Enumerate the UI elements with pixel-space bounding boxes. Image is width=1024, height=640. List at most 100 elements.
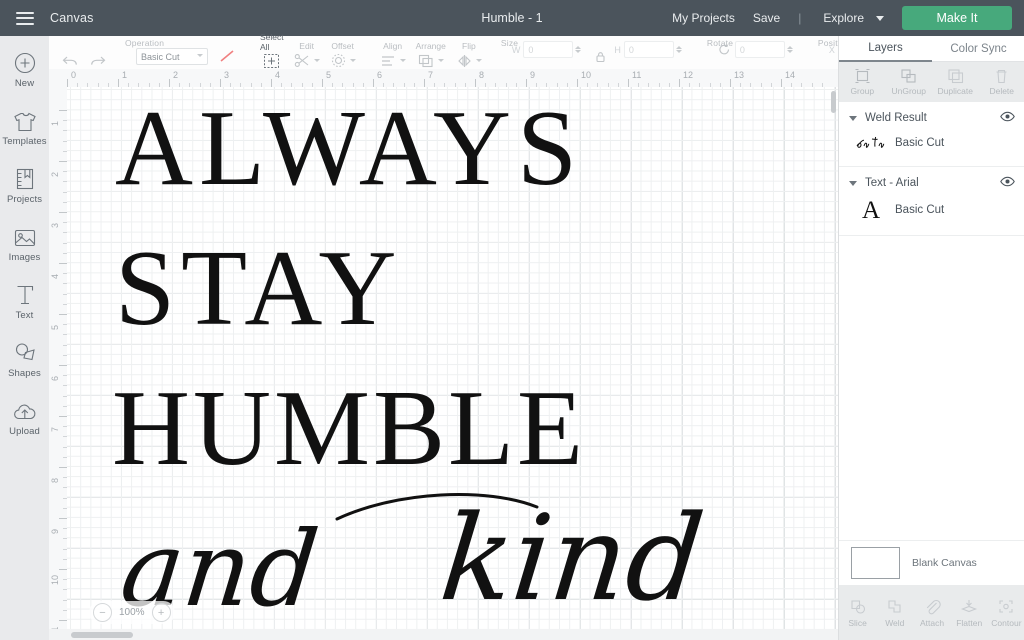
rotate-stepper[interactable]: [786, 45, 793, 54]
ruler-label: 4: [50, 273, 60, 279]
height-stepper[interactable]: [675, 45, 682, 54]
edit-label: Edit: [299, 41, 314, 51]
flip-menu[interactable]: Flip: [451, 36, 487, 69]
sidebar-item-images[interactable]: Images: [0, 218, 49, 268]
shapes-icon: [13, 339, 37, 365]
layer-group-header[interactable]: Weld Result: [839, 108, 1024, 128]
design-line-kind[interactable]: kind: [435, 489, 710, 627]
horizontal-scrollbar-thumb[interactable]: [71, 632, 133, 638]
zoom-in-button[interactable]: +: [151, 603, 171, 622]
sidebar-item-new[interactable]: New: [0, 44, 49, 94]
vertical-scrollbar[interactable]: [830, 87, 838, 640]
horizontal-scrollbar[interactable]: [49, 629, 838, 640]
arrange-menu[interactable]: Arrange: [411, 36, 451, 69]
eye-icon[interactable]: [1000, 109, 1015, 127]
ruler-tick: [475, 79, 476, 87]
ruler-tick: [781, 79, 782, 87]
chevron-down-icon[interactable]: [849, 180, 857, 186]
horizontal-ruler[interactable]: 0 1 2 3 4 5 6 7 8 9 10 11 12 13 14: [49, 69, 838, 88]
duplicate-button[interactable]: Duplicate: [932, 62, 979, 102]
book-icon: [14, 165, 36, 191]
redo-button[interactable]: [84, 36, 111, 69]
sidebar-item-projects[interactable]: Projects: [0, 160, 49, 210]
offset-menu[interactable]: Offset: [325, 36, 361, 69]
height-input[interactable]: 0: [623, 41, 674, 58]
my-projects-link[interactable]: My Projects: [672, 11, 735, 25]
ruler-tick: [526, 79, 527, 87]
ruler-label: 6: [377, 70, 383, 80]
design-line-humble[interactable]: HUMBLE: [112, 375, 586, 483]
ruler-label: 2: [50, 171, 60, 177]
canvas-color-swatch[interactable]: [851, 547, 900, 579]
zoom-out-button[interactable]: −: [93, 603, 112, 622]
edit-menu[interactable]: Edit: [289, 36, 325, 69]
chevron-down-icon: [349, 59, 356, 62]
tab-layers[interactable]: Layers: [839, 36, 932, 62]
contour-button[interactable]: Contour: [988, 585, 1024, 640]
rotate-input[interactable]: 0: [734, 41, 785, 58]
ruler-tick: [59, 620, 67, 621]
top-bar-actions: My Projects Save | Explore Make It: [654, 6, 1024, 30]
app-root: Canvas Humble - 1 My Projects Save | Exp…: [0, 0, 1024, 640]
weld-button[interactable]: Weld: [876, 585, 913, 640]
ruler-label: 7: [50, 426, 60, 432]
width-input[interactable]: 0: [523, 41, 574, 58]
upload-cloud-icon: [12, 397, 38, 423]
bottom-action-label: Contour: [991, 617, 1022, 628]
sidebar-item-shapes[interactable]: Shapes: [0, 334, 49, 384]
sidebar-item-upload[interactable]: Upload: [0, 392, 49, 442]
explore-menu[interactable]: Explore: [823, 11, 884, 25]
design-canvas[interactable]: ALWAYS STAY HUMBLE and kind − 100% +: [67, 87, 838, 640]
ungroup-icon: [901, 69, 916, 83]
operation-select-box[interactable]: Basic Cut: [136, 48, 208, 65]
ruler-label: 14: [785, 70, 796, 80]
tab-color-sync[interactable]: Color Sync: [932, 36, 1024, 62]
flatten-button[interactable]: Flatten: [951, 585, 988, 640]
layer-row[interactable]: Basic Cut: [839, 128, 1024, 158]
ruler-tick: [59, 518, 67, 519]
bottom-action-label: Weld: [885, 617, 905, 628]
ungroup-button[interactable]: UnGroup: [886, 62, 933, 102]
delete-button[interactable]: Delete: [979, 62, 1024, 102]
offset-label: Offset: [331, 41, 354, 51]
sidebar-item-label: Templates: [2, 136, 47, 147]
size-width: W 0: [507, 33, 593, 69]
lock-aspect-ratio[interactable]: [592, 30, 609, 69]
undo-button[interactable]: [57, 36, 84, 69]
eye-icon[interactable]: [1000, 174, 1015, 192]
sidebar-item-text[interactable]: Text: [0, 276, 49, 326]
design-artwork[interactable]: ALWAYS STAY HUMBLE and kind: [67, 87, 838, 640]
vertical-scrollbar-thumb[interactable]: [831, 91, 836, 113]
design-line-stay[interactable]: STAY: [115, 235, 402, 343]
attach-button[interactable]: Attach: [913, 585, 950, 640]
select-all-button[interactable]: Select All: [255, 32, 289, 69]
layer-row-name: Basic Cut: [895, 204, 945, 216]
design-line-always[interactable]: ALWAYS: [115, 95, 583, 203]
layer-group-header[interactable]: Text - Arial: [839, 173, 1024, 193]
sidebar-item-templates[interactable]: Templates: [0, 102, 49, 152]
size-label: Size: [500, 38, 519, 48]
save-button[interactable]: Save: [753, 11, 780, 25]
align-icon: [380, 52, 406, 69]
canvas-color-row[interactable]: Blank Canvas: [839, 540, 1024, 585]
group-button[interactable]: Group: [839, 62, 886, 102]
slice-button[interactable]: Slice: [839, 585, 876, 640]
vertical-ruler[interactable]: 1234567891011: [49, 87, 68, 640]
edit-toolbar: Operation Basic Cut Select All Edit Offs…: [49, 32, 979, 70]
width-stepper[interactable]: [575, 45, 582, 54]
align-label: Align: [383, 41, 403, 51]
ruler-tick: [322, 79, 323, 87]
paperclip-icon: [926, 599, 941, 614]
ruler-label: 1: [50, 120, 60, 126]
ruler-label: 10: [581, 70, 592, 80]
sidebar-item-label: Text: [15, 310, 34, 321]
make-it-button[interactable]: Make It: [902, 6, 1012, 30]
chevron-down-icon[interactable]: [849, 115, 857, 121]
ruler-label: 11: [632, 70, 642, 80]
layer-row[interactable]: A Basic Cut: [839, 193, 1024, 227]
select-all-icon: [263, 53, 280, 69]
align-menu[interactable]: Align: [375, 36, 411, 69]
sidebar-item-label: Upload: [9, 426, 40, 437]
hamburger-icon[interactable]: [16, 11, 34, 25]
operation-color-swatch[interactable]: [213, 31, 241, 69]
